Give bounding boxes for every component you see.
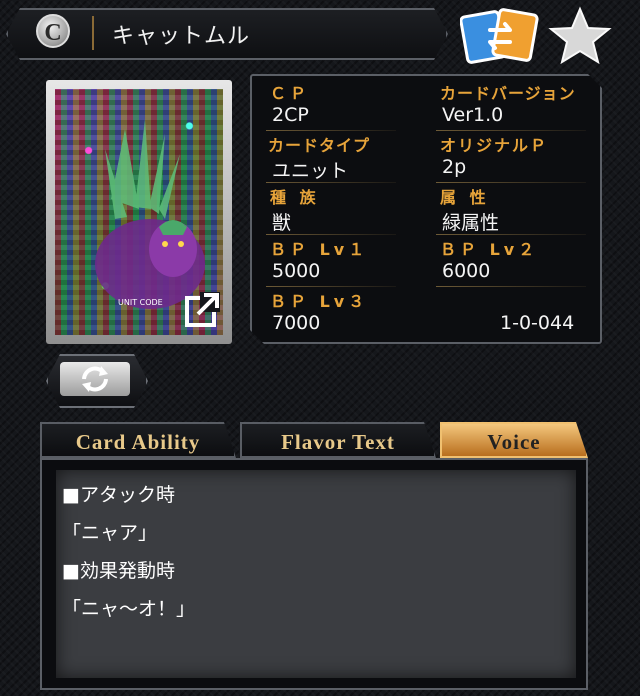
bp-lv3-label: ＢＰ Lv３ [270,292,369,311]
divider [266,130,396,131]
type-value: ユニット [272,160,349,182]
bp-lv1-label: ＢＰ Lv１ [270,240,369,259]
favorite-star-icon[interactable] [548,6,612,64]
original-label: オリジナルＰ [440,136,549,155]
attribute-value: 緑属性 [442,212,500,234]
voice-line: ■アタック時 [62,484,175,506]
attribute-label: 属 性 [440,188,490,207]
bp-lv1-value: 5000 [272,260,321,282]
swap-cards-icon[interactable] [460,6,540,64]
divider [266,286,396,287]
voice-line: ■効果発動時 [62,560,175,582]
version-label: カードバージョン [440,84,576,103]
card-name: キャットムル [112,24,251,49]
voice-line: 「ニャア」 [62,522,158,544]
card-number: 1-0-044 [500,312,575,334]
bp-lv3-value: 7000 [272,312,321,334]
divider [266,182,396,183]
bp-lv2-label: ＢＰ Lv２ [440,240,539,259]
cp-value: 2CP [272,104,309,126]
tribe-label: 種 族 [270,188,320,207]
divider [436,182,586,183]
tab-voice[interactable]: Voice [440,422,588,458]
type-label: カードタイプ [268,136,371,155]
unit-code-label: UNIT CODE [118,298,163,307]
bp-lv2-value: 6000 [442,260,491,282]
divider [436,234,586,235]
tribe-value: 獣 [272,212,292,234]
header-divider [92,16,94,50]
version-value: Ver1.0 [442,104,504,126]
divider [436,130,586,131]
voice-line: 「ニャ～オ！」 [62,598,196,620]
rotate-card-button-face[interactable] [60,362,130,396]
divider [266,234,396,235]
tab-flavor-text[interactable]: Flavor Text [240,422,436,458]
original-value: 2p [442,156,467,178]
refresh-icon [82,366,108,392]
divider [436,286,586,287]
external-link-icon[interactable] [184,290,222,328]
cp-label: ＣＰ [270,84,311,103]
tab-card-ability[interactable]: Card Ability [40,422,236,458]
rarity-badge: C [36,14,70,48]
